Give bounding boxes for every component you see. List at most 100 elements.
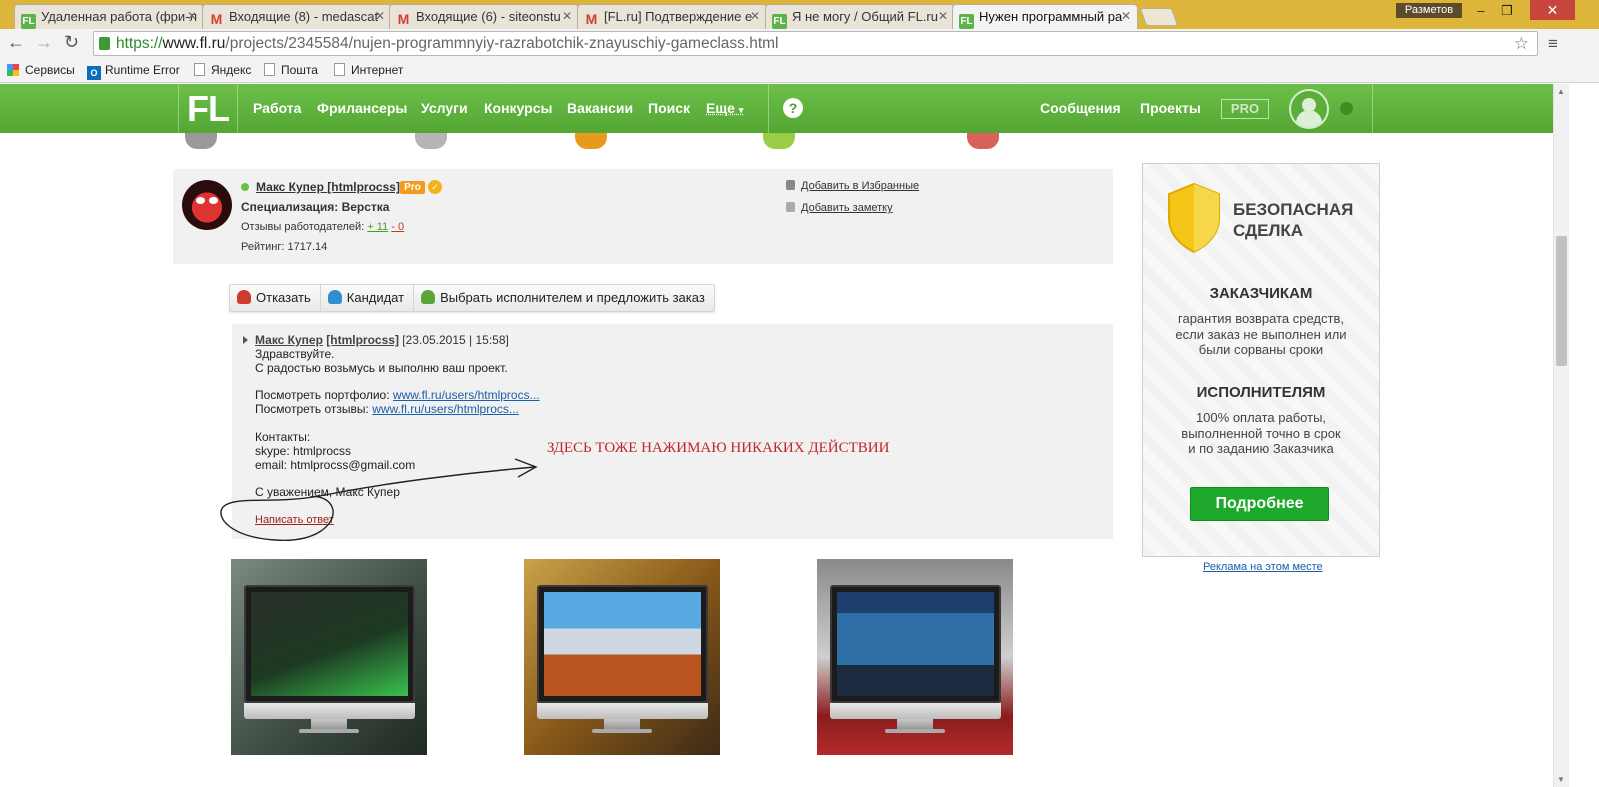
- browser-tab[interactable]: M [FL.ru] Подтверждение е ✕: [577, 4, 767, 29]
- nav-more[interactable]: Еще ▾: [706, 100, 743, 116]
- freelancer-name[interactable]: Макс Купер [htmlprocss]: [256, 180, 400, 194]
- nav-projects[interactable]: Проекты: [1140, 100, 1201, 116]
- scrollbar-thumb[interactable]: [1556, 236, 1567, 366]
- chevron-down-icon: ▾: [738, 105, 744, 115]
- expand-arrow-icon[interactable]: [243, 336, 248, 344]
- user-avatar[interactable]: [1289, 89, 1329, 129]
- nav-search[interactable]: Поиск: [648, 100, 690, 116]
- page-icon: [264, 63, 275, 76]
- banner-text: выполненной точно в срок: [1181, 426, 1341, 441]
- gmail-icon: M: [397, 11, 410, 27]
- candidate-button[interactable]: Кандидат: [321, 285, 415, 311]
- user-icon: [415, 133, 447, 149]
- new-tab-button[interactable]: [1139, 8, 1179, 26]
- browser-tab[interactable]: FL Я не могу / Общий FL.ru ✕: [765, 4, 955, 29]
- nav-work[interactable]: Работа: [253, 100, 301, 116]
- nav-services[interactable]: Услуги: [421, 100, 468, 116]
- forward-icon[interactable]: →: [35, 32, 53, 53]
- close-icon[interactable]: ✕: [938, 9, 948, 23]
- fl-icon: FL: [21, 14, 36, 29]
- maximize-icon[interactable]: ❐: [1494, 2, 1520, 20]
- fl-icon: FL: [772, 14, 787, 29]
- browser-tab-active[interactable]: FL Нужен программный ра ✕: [952, 4, 1138, 29]
- add-favorite-link[interactable]: Добавить в Избранные: [786, 180, 919, 192]
- annotation-scribble: [220, 458, 538, 541]
- close-icon[interactable]: ✕: [375, 9, 385, 23]
- user-icon: [763, 133, 795, 149]
- page-icon: [194, 63, 205, 76]
- close-icon[interactable]: ✕: [187, 9, 197, 23]
- negative-reviews-link[interactable]: - 0: [391, 221, 404, 233]
- shield-icon: [1168, 182, 1220, 254]
- portfolio-thumbnail[interactable]: [817, 559, 1013, 755]
- ad-link[interactable]: Реклама на этом месте: [1203, 561, 1323, 573]
- banner-text: гарантия возврата средств,: [1178, 311, 1344, 326]
- page-scrollbar[interactable]: ▲ ▼: [1553, 84, 1569, 787]
- bookmark-yandex[interactable]: Яндекс: [194, 63, 251, 77]
- message-header: Макс Купер [htmlprocss] [23.05.2015 | 15…: [255, 333, 509, 347]
- menu-icon[interactable]: ≡: [1548, 34, 1558, 54]
- browser-tab[interactable]: M Входящие (8) - medascat ✕: [202, 4, 392, 29]
- divider: [768, 84, 769, 133]
- page-icon: [334, 63, 345, 76]
- portfolio-thumbnail[interactable]: [524, 559, 720, 755]
- site-header: FL Работа Фрилансеры Услуги Конкурсы Вак…: [0, 84, 1553, 133]
- close-icon[interactable]: ✕: [750, 9, 760, 23]
- reviews-link[interactable]: www.fl.ru/users/htmlprocs...: [372, 402, 519, 416]
- reject-button[interactable]: Отказать: [230, 285, 321, 311]
- apps-icon: [7, 64, 19, 76]
- fl-icon: FL: [959, 14, 974, 29]
- banner-freelancers-heading: ИСПОЛНИТЕЛЯМ: [1196, 384, 1326, 401]
- message-text: Посмотреть отзывы: www.fl.ru/users/htmlp…: [255, 402, 519, 416]
- address-bar[interactable]: https://www.fl.ru/projects/2345584/nujen…: [93, 31, 1538, 56]
- window-close-icon[interactable]: ✕: [1530, 0, 1575, 20]
- nav-contests[interactable]: Конкурсы: [484, 100, 552, 116]
- add-note-link[interactable]: Добавить заметку: [786, 202, 893, 214]
- nav-vacancies[interactable]: Вакансии: [567, 100, 633, 116]
- scroll-up-icon[interactable]: ▲: [1557, 87, 1565, 96]
- pro-button[interactable]: PRO: [1221, 99, 1269, 119]
- help-icon[interactable]: ?: [783, 98, 803, 118]
- fl-logo[interactable]: FL: [178, 84, 238, 133]
- banner-title: СДЕЛКА: [1233, 221, 1304, 240]
- close-icon[interactable]: ✕: [1121, 9, 1131, 23]
- choose-user-icon: [421, 290, 436, 304]
- close-icon[interactable]: ✕: [562, 9, 572, 23]
- reload-icon[interactable]: ↻: [64, 32, 79, 53]
- browser-tab[interactable]: FL Удаленная работа (фри-л ✕: [14, 4, 204, 29]
- gmail-icon: M: [210, 11, 223, 27]
- bookmark-internet[interactable]: Интернет: [334, 63, 403, 77]
- message-text: Посмотреть портфолио: www.fl.ru/users/ht…: [255, 388, 540, 402]
- portfolio-thumbnail[interactable]: [231, 559, 427, 755]
- banner-text: если заказ не выполнен или: [1175, 327, 1347, 342]
- banner-title: БЕЗОПАСНАЯ: [1233, 200, 1354, 219]
- choose-executor-button[interactable]: Выбрать исполнителем и предложить заказ: [414, 285, 714, 311]
- portfolio-link[interactable]: www.fl.ru/users/htmlprocs...: [393, 388, 540, 402]
- user-icon: [786, 180, 795, 190]
- scroll-down-icon[interactable]: ▼: [1557, 775, 1565, 784]
- message-text: Контакты:: [255, 430, 311, 444]
- employer-reviews: Отзывы работодателей: + 11 - 0: [241, 221, 405, 233]
- minimize-icon[interactable]: –: [1468, 2, 1494, 20]
- more-button[interactable]: Подробнее: [1190, 487, 1329, 521]
- bookmark-star-icon[interactable]: ☆: [1514, 32, 1529, 55]
- back-icon[interactable]: ←: [7, 32, 25, 53]
- user-icon: [185, 133, 217, 149]
- nav-freelancers[interactable]: Фрилансеры: [317, 100, 407, 116]
- browser-tab-bar: FL Удаленная работа (фри-л ✕ M Входящие (8)…: [0, 0, 1599, 29]
- bookmark-runtime-error[interactable]: O Runtime Error: [87, 63, 180, 80]
- bookmark-apps[interactable]: Сервисы: [7, 63, 75, 77]
- chevron-down-icon[interactable]: [1340, 102, 1353, 115]
- positive-reviews-link[interactable]: + 11: [367, 221, 388, 233]
- message-text: С радостью возьмусь и выполню ваш проект…: [255, 361, 508, 375]
- message-text: Здравствуйте.: [255, 347, 335, 361]
- browser-tab[interactable]: M Входящие (6) - siteonstu ✕: [389, 4, 579, 29]
- proposal-actions: Отказать Кандидат Выбрать исполнителем и…: [229, 284, 715, 312]
- banner-text: были сорваны сроки: [1198, 342, 1324, 357]
- bookmark-poshta[interactable]: Пошта: [264, 63, 318, 77]
- nav-messages[interactable]: Сообщения: [1040, 100, 1121, 116]
- rating: Рейтинг: 1717.14: [241, 241, 328, 253]
- window-user-badge: Разметов: [1396, 3, 1462, 18]
- freelancer-avatar[interactable]: [182, 180, 232, 230]
- verified-icon: ✓: [428, 180, 442, 194]
